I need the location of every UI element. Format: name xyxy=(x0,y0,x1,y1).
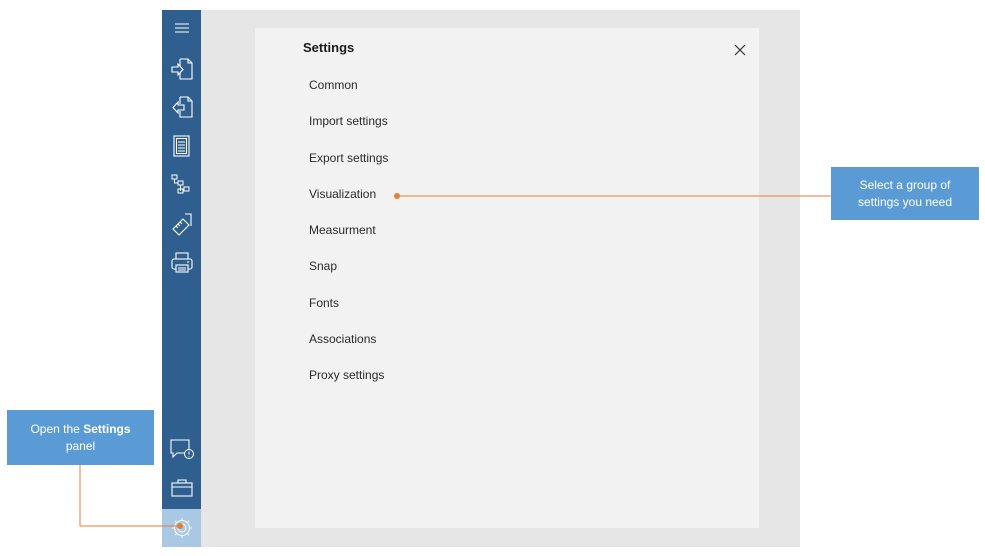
callout-right-line1: Select a group of xyxy=(859,177,951,192)
left-connector-dot xyxy=(177,523,183,529)
callout-connectors xyxy=(79,193,831,529)
callout-right-line2: settings you need xyxy=(857,194,953,209)
callout-select-group: Select a group of settings you need xyxy=(831,167,979,220)
callout-left-line2: panel xyxy=(65,438,96,453)
callout-left-bold: Settings xyxy=(83,421,131,436)
callout-left-prefix: Open the xyxy=(30,421,84,436)
left-connector-line xyxy=(79,465,180,527)
right-connector-dot xyxy=(394,193,400,199)
callout-open-settings: Open the Settings panel xyxy=(7,410,154,465)
callout-left-line1: Open the Settings xyxy=(7,421,154,438)
